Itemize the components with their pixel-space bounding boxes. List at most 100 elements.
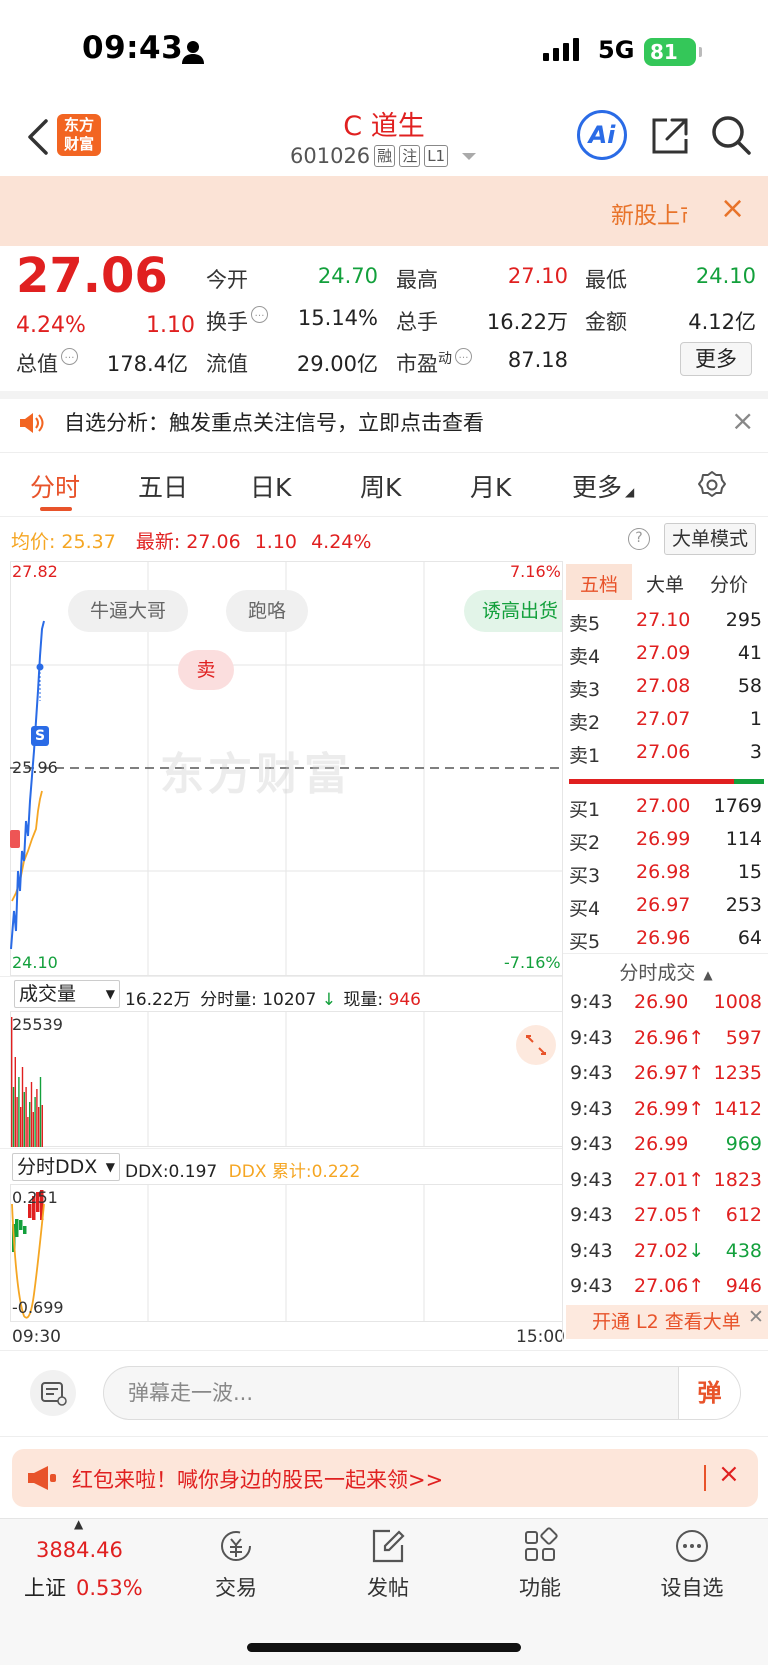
stock-code-row[interactable]: 601026 融 注 L1 — [290, 144, 477, 168]
tab-daily-k[interactable]: 日K — [250, 468, 291, 504]
trade-price: 26.97↑ — [634, 1062, 704, 1084]
tag-registered: 注 — [399, 145, 421, 167]
info-icon[interactable]: … — [61, 348, 78, 365]
ask-row[interactable]: 卖5 27.10 295 — [566, 609, 766, 639]
chevron-down-icon — [462, 152, 477, 160]
bid-row[interactable]: 买1 27.00 1769 — [566, 795, 766, 825]
level-label: 买2 — [569, 832, 601, 854]
analysis-alert[interactable]: 自选分析：触发重点关注信号，立即点击查看 — [64, 407, 484, 437]
nav-functions[interactable]: 功能 — [480, 1572, 600, 1602]
level-volume: 1 — [749, 708, 762, 730]
ddx-bar — [23, 1226, 27, 1234]
volume-bar — [14, 1057, 16, 1147]
trade-price: 27.06↑ — [634, 1275, 704, 1297]
tab-five-level[interactable]: 五档 — [580, 570, 618, 597]
danmu-input[interactable]: 弹幕走一波... — [103, 1366, 741, 1420]
index-pct: 0.53% — [76, 1576, 143, 1600]
ddx-cumulative: DDX 累计:0.222 — [228, 1162, 361, 1182]
yuan-exchange-icon[interactable] — [216, 1526, 256, 1566]
trade-row: 9:43 26.99 969 — [568, 1133, 764, 1163]
s-marker[interactable]: S — [31, 726, 49, 746]
expand-icon[interactable] — [516, 1025, 556, 1065]
share-icon[interactable] — [650, 116, 690, 156]
watermark: 东方财富 — [160, 749, 352, 800]
help-icon[interactable]: ? — [628, 528, 650, 550]
ai-button[interactable]: Ai — [577, 110, 627, 160]
volume-select[interactable]: 成交量 ▼ — [14, 980, 120, 1008]
chevron-down-icon: ▼ — [105, 987, 115, 1001]
trades-title-text: 分时成交 — [619, 962, 696, 984]
ddx-select-label: 分时DDX — [17, 1156, 98, 1178]
nav-post[interactable]: 发帖 — [328, 1572, 448, 1602]
ask-row[interactable]: 卖4 27.09 41 — [566, 642, 766, 672]
tab-price-dist[interactable]: 分价 — [710, 570, 748, 597]
ask-row[interactable]: 卖2 27.07 1 — [566, 708, 766, 738]
trade-time: 9:43 — [570, 1168, 613, 1191]
nav-trade[interactable]: 交易 — [176, 1572, 296, 1602]
trade-price-value: 27.02 — [634, 1239, 689, 1262]
info-icon[interactable]: … — [455, 348, 472, 365]
nav-add-watchlist[interactable]: 设自选 — [632, 1572, 752, 1602]
level-volume: 114 — [725, 828, 762, 850]
sell-marker[interactable]: 卖 — [178, 650, 234, 690]
banner-close-icon[interactable]: × — [720, 194, 745, 224]
current-price: 27.06 — [16, 248, 168, 304]
danmu-pill[interactable]: 诱高出货 — [464, 590, 562, 632]
divider — [562, 561, 563, 1341]
minute-vol: 10207 — [262, 990, 317, 1010]
tab-more[interactable]: 更多 ◢ — [572, 468, 634, 504]
bid-row[interactable]: 买3 26.98 15 — [566, 861, 766, 891]
close-icon[interactable]: × — [731, 404, 754, 437]
level-volume: 15 — [737, 861, 762, 883]
big-order-mode-button[interactable]: 大单模式 — [664, 523, 756, 555]
tab-weekly-k[interactable]: 周K — [360, 468, 401, 504]
ask-row[interactable]: 卖1 27.06 3 — [566, 741, 766, 771]
mktcap-value: 178.4亿 — [106, 352, 188, 376]
edit-post-icon[interactable] — [368, 1526, 408, 1566]
ipo-banner-text[interactable]: 新股上市 — [611, 196, 687, 230]
ddx-chart[interactable] — [10, 1184, 563, 1322]
l2-promo[interactable]: 开通 L2 查看大单 — [566, 1305, 768, 1339]
grid-apps-icon[interactable] — [520, 1526, 560, 1566]
gear-icon[interactable] — [697, 470, 727, 500]
danmu-pill[interactable]: 跑咯 — [226, 590, 308, 632]
ddx-select[interactable]: 分时DDX ▼ — [12, 1153, 120, 1181]
triangle-icon: ◢ — [625, 485, 635, 499]
ask-row[interactable]: 卖3 27.08 58 — [566, 675, 766, 705]
comment-list-icon[interactable] — [30, 1370, 76, 1416]
b-marker[interactable] — [10, 830, 20, 848]
volume-bar — [21, 1067, 24, 1147]
tab-five-day[interactable]: 五日 — [138, 468, 188, 504]
tab-big-order[interactable]: 大单 — [646, 570, 684, 597]
divider — [562, 953, 768, 954]
divider — [704, 1465, 706, 1491]
more-dots-icon[interactable] — [672, 1526, 712, 1566]
red-packet-text[interactable]: 红包来啦！喊你身边的股民一起来领>> — [72, 1464, 443, 1494]
ddx-high-label: 0.251 — [12, 1188, 58, 1207]
chart-info-line: 均价: 25.37 最新: 27.06 1.10 4.24% — [11, 527, 371, 554]
index-value[interactable]: 3884.46 — [36, 1538, 123, 1562]
close-icon[interactable]: × — [718, 1459, 740, 1489]
level-price: 27.06 — [636, 741, 691, 763]
bid-row[interactable]: 买2 26.99 114 — [566, 828, 766, 858]
danmu-button[interactable]: 弹 — [678, 1367, 740, 1419]
volume-total: 16.22万 — [125, 990, 191, 1010]
more-button[interactable]: 更多 — [680, 342, 752, 376]
danmu-pill[interactable]: 牛逼大哥 — [68, 590, 188, 632]
trades-title[interactable]: 分时成交 ▲ — [566, 958, 766, 985]
bid-row[interactable]: 买4 26.97 253 — [566, 894, 766, 924]
search-icon[interactable] — [710, 114, 752, 156]
trade-price-value: 26.96 — [634, 1026, 689, 1049]
tab-intraday[interactable]: 分时 — [30, 468, 80, 504]
latest-label: 最新: — [135, 531, 181, 553]
volume-chart[interactable] — [10, 1011, 563, 1147]
price-low-label: 24.10 — [12, 953, 58, 972]
person-icon — [182, 41, 204, 64]
info-icon[interactable]: … — [251, 306, 268, 323]
close-icon[interactable]: ✕ — [748, 1306, 764, 1328]
app-screen: 09:43 5G 81 东方 财富 C 道生 601026 融 注 L1 Ai 新… — [0, 0, 768, 1665]
tab-monthly-k[interactable]: 月K — [470, 468, 511, 504]
price-dot — [36, 663, 44, 671]
index-row[interactable]: 上证 0.53% — [24, 1572, 143, 1602]
level-label: 买4 — [569, 898, 601, 920]
